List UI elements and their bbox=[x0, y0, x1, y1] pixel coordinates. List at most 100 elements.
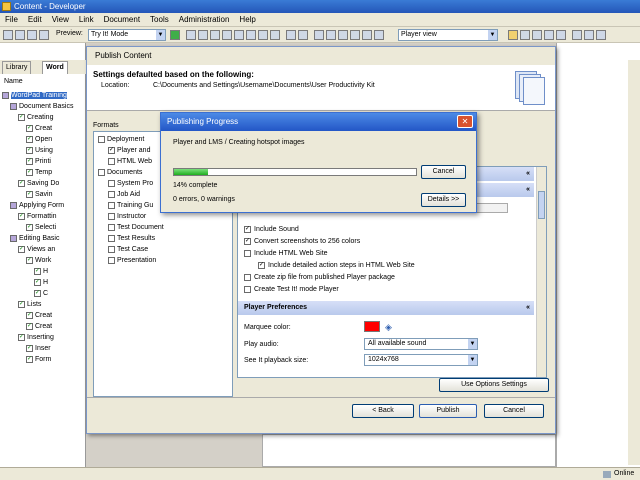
layout-icon[interactable] bbox=[508, 30, 518, 40]
tool-icon[interactable] bbox=[258, 30, 268, 40]
progress-cancel-button[interactable]: Cancel bbox=[421, 165, 466, 179]
tool-icon[interactable] bbox=[270, 30, 280, 40]
tree-item[interactable]: ✓ Formattin bbox=[2, 211, 86, 222]
back-button[interactable]: < Back bbox=[352, 404, 414, 418]
format-item[interactable]: Presentation bbox=[98, 255, 232, 266]
tree-item[interactable]: ✓ Creating bbox=[2, 112, 86, 123]
layout-icon[interactable] bbox=[556, 30, 566, 40]
tab-library[interactable]: Library bbox=[2, 61, 32, 74]
format-checkbox[interactable] bbox=[108, 256, 115, 264]
tree-item[interactable]: ✓ Form bbox=[2, 354, 86, 365]
tool-icon[interactable] bbox=[186, 30, 196, 40]
options-scrollbar[interactable] bbox=[536, 167, 546, 377]
layout-icon[interactable] bbox=[520, 30, 530, 40]
tool-icon[interactable] bbox=[298, 30, 308, 40]
tree-item[interactable]: ✓ Printi bbox=[2, 156, 86, 167]
option-checkbox-row[interactable]: ✓ Include detailed action steps in HTML W… bbox=[258, 261, 415, 271]
tree-item[interactable]: ✓ Using bbox=[2, 145, 86, 156]
scrollbar[interactable] bbox=[628, 60, 640, 465]
layout-icon[interactable] bbox=[596, 30, 606, 40]
details-button[interactable]: Details >> bbox=[421, 193, 466, 207]
menu-file[interactable]: File bbox=[0, 13, 23, 27]
format-item[interactable]: Test Case bbox=[98, 244, 232, 255]
format-item[interactable]: Test Results bbox=[98, 233, 232, 244]
format-checkbox[interactable] bbox=[108, 245, 115, 253]
tree-item[interactable]: ✓ Temp bbox=[2, 167, 86, 178]
tool-icon[interactable] bbox=[210, 30, 220, 40]
tree-item[interactable]: ✓ Inserting bbox=[2, 332, 86, 343]
collapse-icon[interactable]: « bbox=[526, 301, 530, 315]
tree-item[interactable]: ✓ Open bbox=[2, 134, 86, 145]
tool-icon[interactable] bbox=[222, 30, 232, 40]
option-checkbox[interactable]: ✓ bbox=[258, 261, 265, 269]
menu-view[interactable]: View bbox=[47, 13, 74, 27]
menu-administration[interactable]: Administration bbox=[174, 13, 235, 27]
tree-item[interactable]: ✓ C bbox=[2, 288, 86, 299]
format-checkbox[interactable] bbox=[108, 234, 115, 242]
format-checkbox[interactable] bbox=[108, 157, 115, 165]
tool-icon[interactable] bbox=[326, 30, 336, 40]
tree-item[interactable]: ✓ H bbox=[2, 277, 86, 288]
layout-icon[interactable] bbox=[584, 30, 594, 40]
view-mode-select[interactable]: Player view ▼ bbox=[398, 29, 498, 41]
format-checkbox[interactable] bbox=[98, 135, 105, 143]
play-audio-select[interactable]: All available sound ▼ bbox=[364, 338, 478, 350]
tab-word[interactable]: Word bbox=[42, 61, 68, 74]
tree-item[interactable]: ✓ Views an bbox=[2, 244, 86, 255]
tree-item[interactable]: ✓ Savin bbox=[2, 189, 86, 200]
layout-icon[interactable] bbox=[532, 30, 542, 40]
tree-item[interactable]: ✓ Creat bbox=[2, 310, 86, 321]
cut-icon[interactable] bbox=[39, 30, 49, 40]
collapse-icon[interactable]: « bbox=[526, 167, 530, 181]
tree-item[interactable]: ✓ Inser bbox=[2, 343, 86, 354]
close-icon[interactable]: ✕ bbox=[457, 115, 473, 128]
tree-item[interactable]: ✓ Creat bbox=[2, 123, 86, 134]
format-checkbox[interactable] bbox=[98, 168, 105, 176]
collapse-icon[interactable]: « bbox=[526, 183, 530, 197]
format-checkbox[interactable] bbox=[108, 179, 115, 187]
playback-size-select[interactable]: 1024x768 ▼ bbox=[364, 354, 478, 366]
option-checkbox-row[interactable]: Create Test It! mode Player bbox=[244, 285, 339, 295]
cancel-button[interactable]: Cancel bbox=[484, 404, 544, 418]
tree-item[interactable]: ✓ Lists bbox=[2, 299, 86, 310]
menu-help[interactable]: Help bbox=[234, 13, 260, 27]
open-icon[interactable] bbox=[15, 30, 25, 40]
tree-item[interactable]: ✓ Creat bbox=[2, 321, 86, 332]
use-options-settings-button[interactable]: Use Options Settings bbox=[439, 378, 549, 392]
option-checkbox-row[interactable]: Create zip file from published Player pa… bbox=[244, 273, 395, 283]
option-checkbox-row[interactable]: Include HTML Web Site bbox=[244, 249, 328, 259]
tree-item[interactable]: ✓ Work bbox=[2, 255, 86, 266]
save-icon[interactable] bbox=[27, 30, 37, 40]
tool-icon[interactable] bbox=[234, 30, 244, 40]
tree-item[interactable]: Editing Basic bbox=[2, 233, 86, 244]
option-checkbox[interactable] bbox=[244, 249, 251, 257]
layout-icon[interactable] bbox=[572, 30, 582, 40]
tool-icon[interactable] bbox=[350, 30, 360, 40]
tool-icon[interactable] bbox=[198, 30, 208, 40]
format-checkbox[interactable] bbox=[108, 201, 115, 209]
tool-icon[interactable] bbox=[286, 30, 296, 40]
menu-document[interactable]: Document bbox=[99, 13, 145, 27]
option-checkbox[interactable] bbox=[244, 273, 251, 281]
new-icon[interactable] bbox=[3, 30, 13, 40]
option-checkbox[interactable]: ✓ bbox=[244, 225, 251, 233]
paint-bucket-icon[interactable]: ◈ bbox=[385, 322, 392, 333]
marquee-color-swatch[interactable] bbox=[364, 321, 380, 332]
option-checkbox-row[interactable]: ✓ Convert screenshots to 256 colors bbox=[244, 237, 360, 247]
preview-mode-select[interactable]: Try It! Mode ▼ bbox=[88, 29, 166, 41]
option-checkbox-row[interactable]: ✓ Include Sound bbox=[244, 225, 299, 235]
publish-button[interactable]: Publish bbox=[419, 404, 477, 418]
menu-tools[interactable]: Tools bbox=[145, 13, 174, 27]
tree-item[interactable]: Applying Form bbox=[2, 200, 86, 211]
tree-item[interactable]: ✓ Selecti bbox=[2, 222, 86, 233]
tree-item[interactable]: ✓ H bbox=[2, 266, 86, 277]
format-checkbox[interactable] bbox=[108, 190, 115, 198]
format-checkbox[interactable] bbox=[108, 223, 115, 231]
layout-icon[interactable] bbox=[544, 30, 554, 40]
menu-edit[interactable]: Edit bbox=[23, 13, 47, 27]
option-checkbox[interactable]: ✓ bbox=[244, 237, 251, 245]
format-item[interactable]: Test Document bbox=[98, 222, 232, 233]
tool-icon[interactable] bbox=[338, 30, 348, 40]
format-checkbox[interactable]: ✓ bbox=[108, 146, 115, 154]
go-icon[interactable] bbox=[170, 30, 180, 40]
